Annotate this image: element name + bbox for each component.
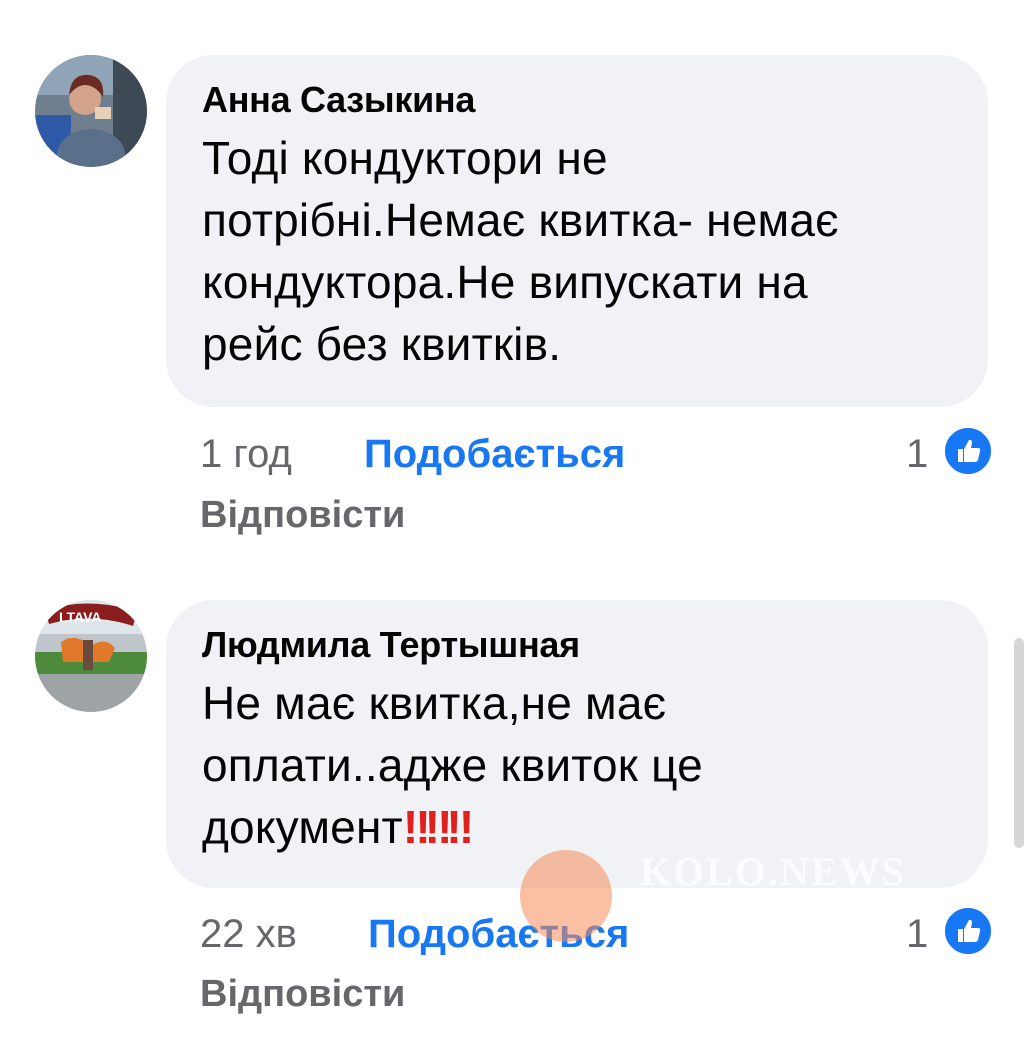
comment-bubble: Анна Сазыкина Тоді кондуктори не потрібн…: [166, 55, 988, 407]
comment-line-text: документ: [202, 801, 403, 853]
like-thumb-icon[interactable]: [942, 425, 994, 477]
reaction-count[interactable]: 1: [906, 430, 928, 478]
comment-author[interactable]: Анна Сазыкина: [202, 77, 952, 123]
avatar-sign-text: LTAVA: [59, 609, 102, 625]
touch-indicator: [520, 850, 612, 942]
comment-line: Не має квитка,не має: [202, 677, 667, 729]
comment-bubble: Людмила Тертышная Не має квитка,не має о…: [166, 600, 988, 888]
double-exclamation-emoji: ‼‼‼: [402, 801, 474, 853]
comment-line: рейс без квитків.: [202, 318, 562, 370]
avatar-anna[interactable]: [35, 55, 147, 167]
reply-button[interactable]: Відповісти: [200, 491, 405, 539]
comment-author[interactable]: Людмила Тертышная: [202, 622, 952, 668]
reaction-count[interactable]: 1: [906, 910, 928, 958]
comment-text: Тоді кондуктори не потрібні.Немає квитка…: [202, 127, 952, 375]
comment-line: оплати..адже квиток це: [202, 739, 703, 791]
avatar-ludmila[interactable]: LTAVA: [35, 600, 147, 712]
comment-text: Не має квитка,не має оплати..адже квиток…: [202, 672, 952, 858]
watermark: KOLO.NEWS: [640, 849, 906, 894]
reply-button[interactable]: Відповісти: [200, 970, 405, 1018]
comment-time[interactable]: 1 год: [200, 430, 292, 478]
comment-line: кондуктора.Не випускати на: [202, 256, 808, 308]
comment-line: Тоді кондуктори не: [202, 132, 608, 184]
like-button[interactable]: Подобається: [364, 430, 625, 478]
comment-time[interactable]: 22 хв: [200, 910, 297, 958]
like-thumb-icon[interactable]: [942, 905, 994, 957]
scrollbar[interactable]: [1014, 638, 1024, 848]
comment-line: потрібні.Немає квитка- немає: [202, 194, 839, 246]
